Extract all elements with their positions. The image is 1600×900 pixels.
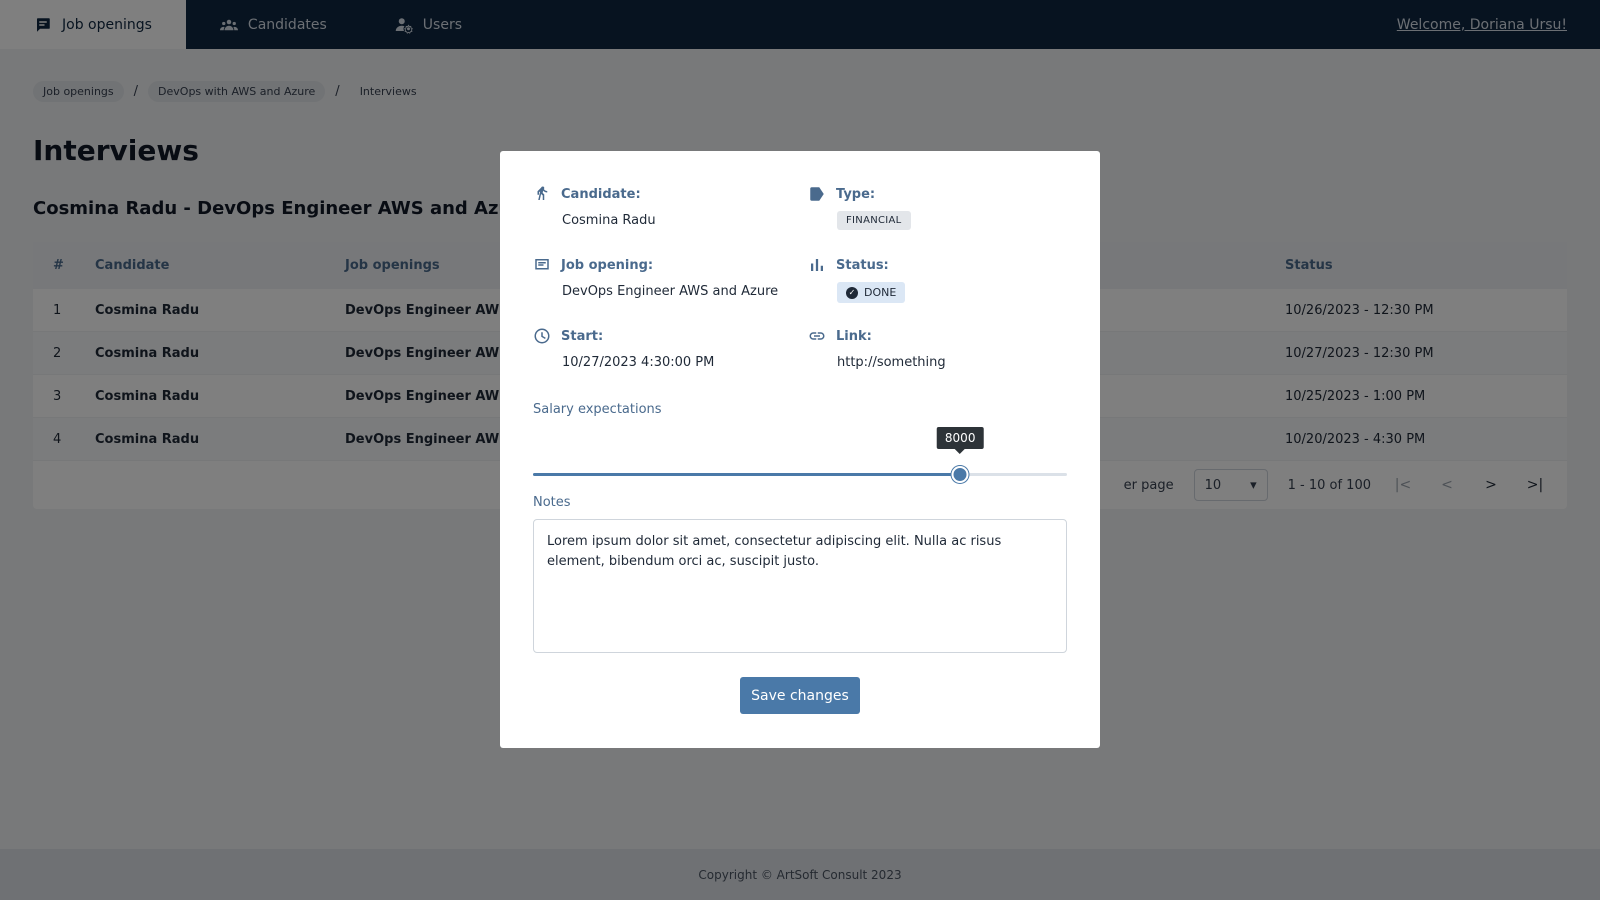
check-circle-icon: ✓ [846, 286, 858, 299]
bar-chart-icon [811, 259, 823, 271]
status-value: DONE [864, 286, 897, 299]
link-icon [809, 332, 825, 340]
job-opening-field: Job opening: DevOps Engineer AWS and Azu… [533, 256, 778, 299]
candidate-field: Candidate: Cosmina Radu [533, 185, 656, 228]
candidate-value: Cosmina Radu [562, 213, 656, 228]
link-field: Link: http://something [808, 327, 946, 370]
clock-icon [534, 328, 550, 344]
job-opening-value: DevOps Engineer AWS and Azure [562, 284, 779, 299]
slider-thumb[interactable] [951, 466, 969, 483]
start-field: Start: 10/27/2023 4:30:00 PM [533, 327, 714, 370]
salary-tooltip: 8000 [936, 427, 984, 454]
notes-textarea[interactable]: Lorem ipsum dolor sit amet, consectetur … [533, 519, 1067, 653]
link-value[interactable]: http://something [837, 355, 946, 370]
candidate-label: Candidate: [561, 186, 641, 202]
link-label: Link: [836, 328, 872, 344]
job-opening-label: Job opening: [561, 257, 654, 273]
interview-details-modal: Candidate: Cosmina Radu Type: FINANCIAL … [500, 151, 1100, 748]
status-field: Status: ✓ DONE [808, 256, 906, 303]
slider-fill [533, 473, 961, 476]
start-label: Start: [561, 328, 604, 344]
notes-label: Notes [533, 495, 571, 510]
list-box-icon [535, 259, 549, 270]
salary-label: Salary expectations [533, 402, 662, 417]
tag-icon [810, 187, 824, 201]
status-chip: ✓ DONE [837, 282, 906, 303]
salary-slider[interactable] [533, 465, 1067, 485]
type-chip: FINANCIAL [837, 211, 911, 230]
type-field: Type: FINANCIAL [808, 185, 911, 230]
start-value: 10/27/2023 4:30:00 PM [562, 355, 715, 370]
status-label: Status: [836, 257, 889, 273]
save-changes-button[interactable]: Save changes [740, 677, 860, 714]
person-walking-icon [537, 186, 548, 200]
type-label: Type: [836, 186, 876, 202]
